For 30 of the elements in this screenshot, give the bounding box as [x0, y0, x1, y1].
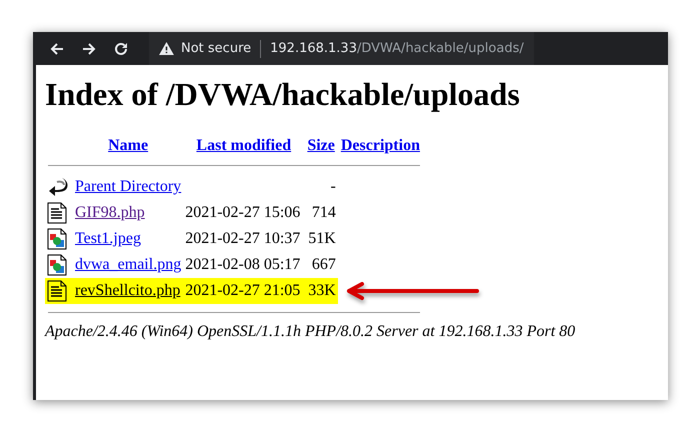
file-size: 667 [312, 256, 336, 273]
server-signature: Apache/2.4.46 (Win64) OpenSSL/1.1.1h PHP/8.0.2 Server at 192.168.1.33 Port 80 [45, 323, 576, 341]
modified-date: 2021-02-27 10:37 [185, 230, 300, 247]
file-size: 33K [308, 282, 336, 299]
column-header-link[interactable]: Description [340, 137, 420, 154]
text-file-icon [47, 202, 67, 224]
modified-date: 2021-02-08 05:17 [185, 256, 300, 273]
page-heading: Index of /DVWA/hackable/uploads [45, 76, 521, 113]
address-bar[interactable]: Not secure 192.168.1.33/DVWA/hackable/uploads/ [149, 32, 534, 65]
file-link[interactable]: Test1.jpeg [75, 230, 141, 247]
warning-icon [159, 42, 174, 55]
modified-date: 2021-02-27 15:06 [185, 204, 300, 221]
file-size: 51K [308, 230, 336, 247]
security-label: Not secure [181, 41, 252, 56]
back-arrow-icon [47, 176, 69, 198]
file-size: - [330, 178, 336, 195]
forward-icon[interactable] [81, 40, 97, 56]
column-header-link[interactable]: Size [307, 137, 335, 154]
reload-icon[interactable] [113, 40, 129, 56]
column-header-link[interactable]: Last modified [196, 137, 292, 154]
image-file-icon [47, 228, 67, 250]
image-file-icon [47, 254, 67, 276]
column-header-link[interactable]: Name [108, 137, 148, 154]
file-link[interactable]: Parent Directory [75, 178, 182, 195]
back-icon[interactable] [49, 40, 65, 56]
file-link[interactable]: dvwa_email.png [75, 256, 182, 273]
file-size: 714 [312, 204, 336, 221]
file-link[interactable]: GIF98.php [75, 204, 145, 221]
url-text: 192.168.1.33/DVWA/hackable/uploads/ [270, 41, 524, 56]
modified-date: 2021-02-27 21:05 [185, 282, 300, 299]
